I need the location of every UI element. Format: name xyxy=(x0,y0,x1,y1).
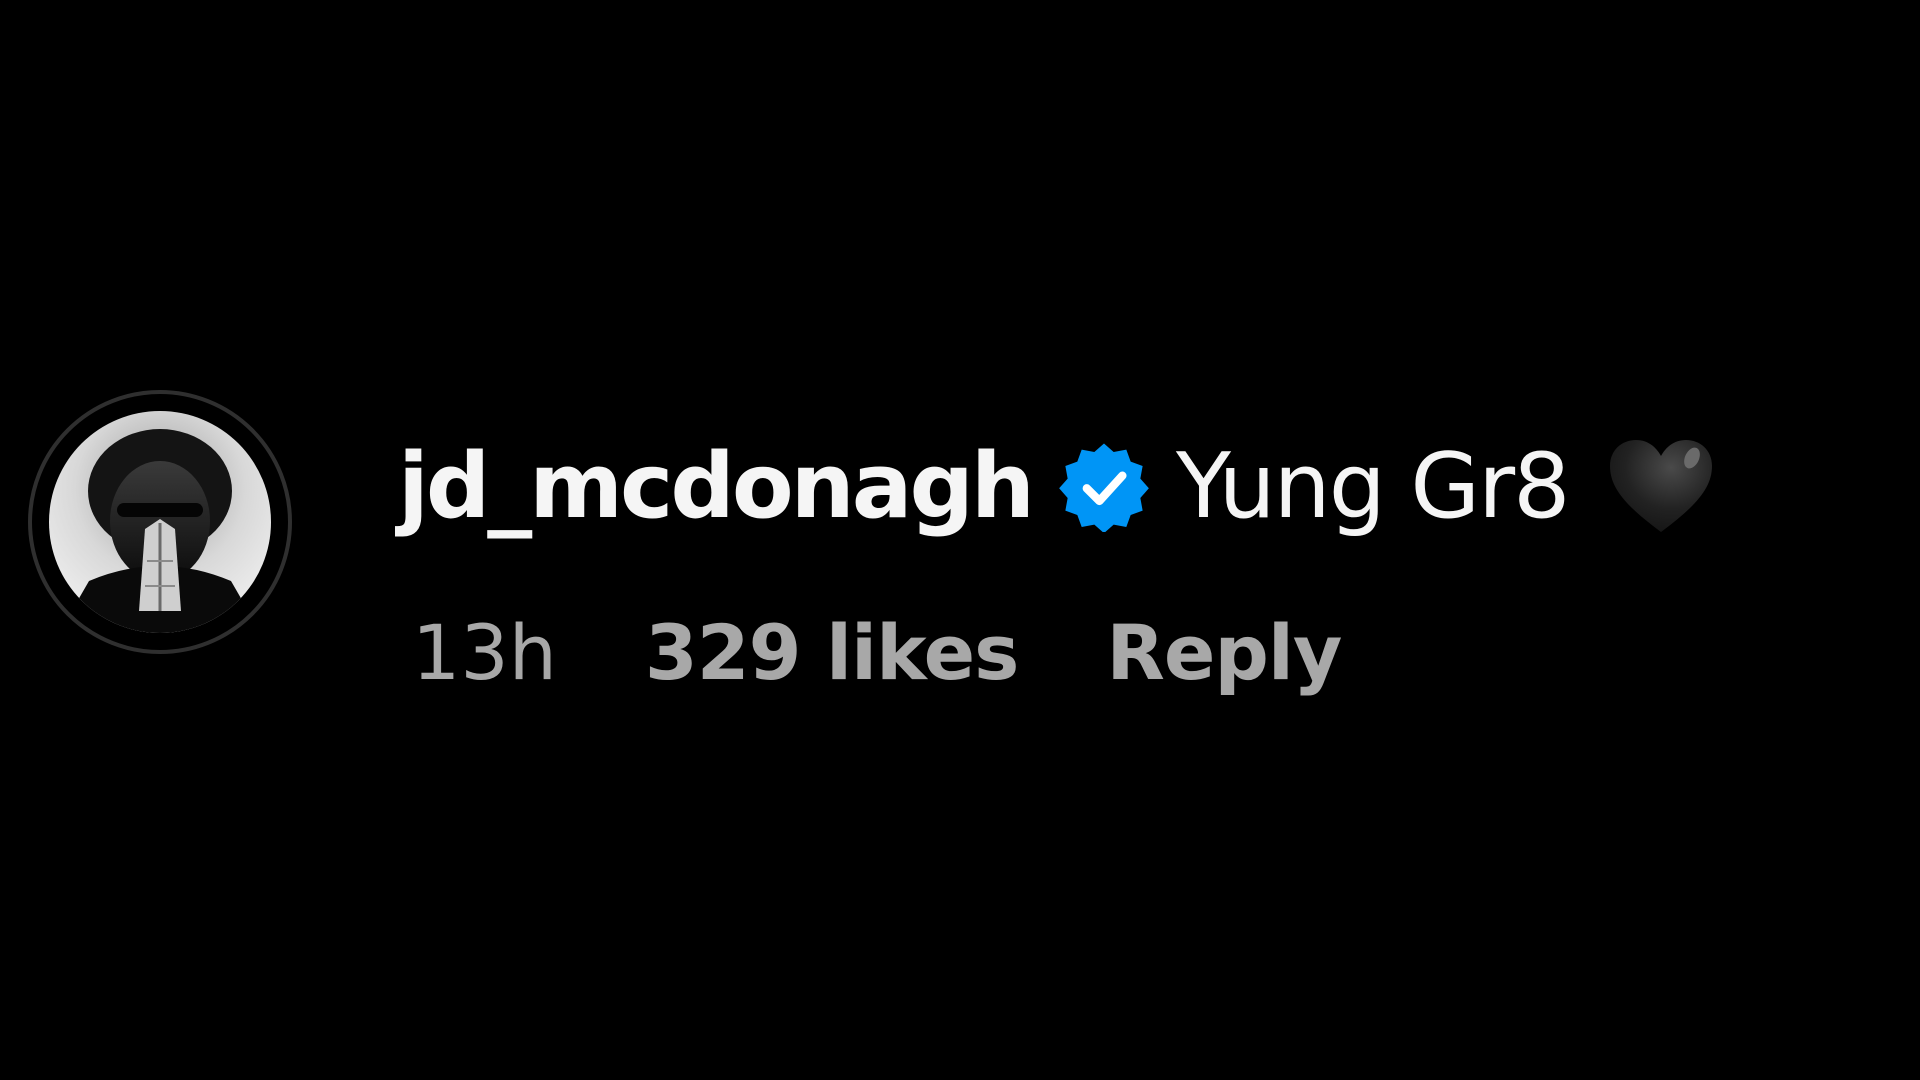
reply-button[interactable]: Reply xyxy=(1106,608,1342,697)
likes-count[interactable]: 329 likes xyxy=(645,608,1019,697)
username-link[interactable]: jd_mcdonagh xyxy=(398,434,1035,539)
black-heart-icon xyxy=(1610,440,1713,532)
avatar-ring[interactable] xyxy=(28,390,292,654)
comment-screen: jd_mcdonagh Yung Gr8 13h 329 likes Reply xyxy=(0,0,1920,1080)
verified-badge-icon xyxy=(1059,443,1149,532)
comment-item: jd_mcdonagh Yung Gr8 13h 329 likes Reply xyxy=(28,390,1828,697)
comment-timestamp: 13h xyxy=(412,608,557,697)
avatar[interactable] xyxy=(49,411,271,633)
comment-line: jd_mcdonagh Yung Gr8 xyxy=(398,426,1716,546)
comment-meta: 13h 329 likes Reply xyxy=(412,608,1342,697)
comment-text: Yung Gr8 xyxy=(1175,433,1570,539)
avatar-image xyxy=(49,411,271,633)
